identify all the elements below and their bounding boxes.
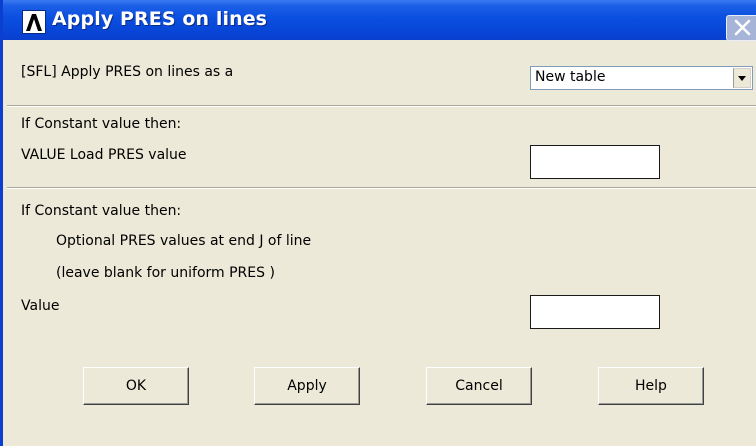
cancel-button[interactable]: Cancel: [426, 367, 532, 405]
apply-as-selected-value: New table: [535, 69, 606, 85]
close-button[interactable]: [726, 15, 756, 41]
end-j-value-input[interactable]: [530, 295, 660, 329]
section1-heading: If Constant value then:: [21, 116, 182, 132]
separator: [7, 105, 756, 107]
section2-heading: If Constant value then:: [21, 203, 182, 219]
chevron-down-icon: [738, 76, 746, 81]
apply-as-label: [SFL] Apply PRES on lines as a: [21, 64, 234, 80]
dialog-window: Apply PRES on lines [SFL] Apply PRES on …: [0, 0, 756, 446]
end-j-value-label: Value: [21, 298, 60, 314]
optional-pres-note: Optional PRES values at end J of line: [56, 233, 312, 249]
ansys-logo-icon: [22, 10, 46, 34]
close-icon: [734, 19, 751, 36]
dropdown-button[interactable]: [733, 68, 751, 88]
separator: [7, 187, 756, 189]
title-bar[interactable]: Apply PRES on lines: [3, 0, 756, 41]
apply-button[interactable]: Apply: [254, 367, 360, 405]
help-button[interactable]: Help: [598, 367, 704, 405]
apply-as-select[interactable]: New table: [530, 66, 753, 90]
uniform-pres-note: (leave blank for uniform PRES ): [56, 265, 275, 281]
ok-button[interactable]: OK: [83, 367, 189, 405]
load-pres-value-label: VALUE Load PRES value: [21, 147, 187, 163]
load-pres-value-input[interactable]: [530, 145, 660, 179]
window-title: Apply PRES on lines: [52, 8, 268, 30]
